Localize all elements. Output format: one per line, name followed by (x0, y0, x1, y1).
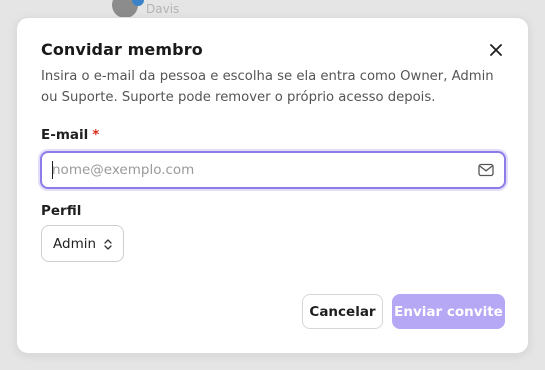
close-button[interactable] (486, 40, 506, 60)
role-selected-value: Admin (53, 235, 97, 252)
cancel-button[interactable]: Cancelar (302, 294, 383, 329)
chevron-up-down-icon (104, 239, 112, 250)
dialog-description: Insira o e-mail da pessoa e escolha se e… (41, 69, 494, 105)
email-label: E-mail * (41, 127, 99, 143)
email-field[interactable] (52, 153, 462, 187)
role-label: Perfil (41, 203, 82, 219)
send-invite-button[interactable]: Enviar convite (392, 294, 505, 329)
role-select[interactable]: Admin (41, 225, 124, 262)
invite-member-dialog: Convidar membro Insira o e-mail da pesso… (16, 17, 529, 354)
required-marker: * (92, 127, 100, 143)
mail-icon (478, 163, 494, 177)
backdrop-user-row: Davis (112, 0, 179, 18)
avatar (112, 0, 144, 18)
email-field-wrapper (40, 151, 506, 189)
backdrop-user-name: Davis (146, 2, 180, 16)
email-label-text: E-mail (41, 127, 89, 143)
text-caret (52, 161, 53, 179)
dialog-title: Convidar membro (41, 40, 203, 59)
close-icon (490, 44, 502, 56)
